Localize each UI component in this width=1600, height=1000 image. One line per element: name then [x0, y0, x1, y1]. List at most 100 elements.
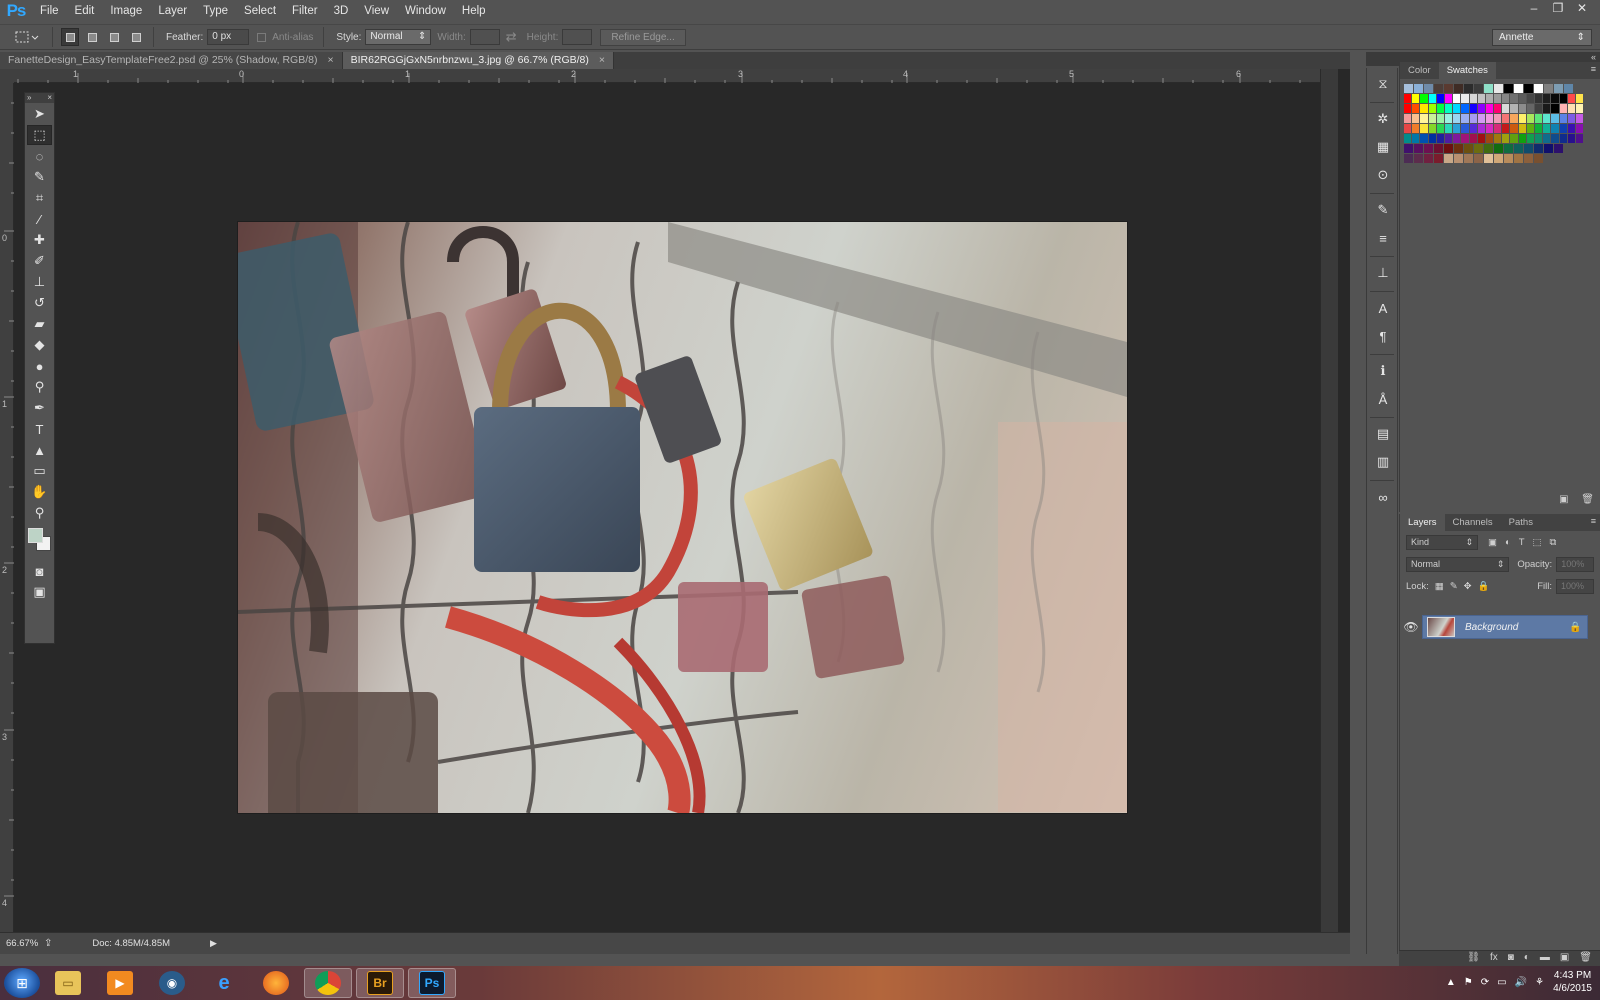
panel-menu-icon[interactable]: ≡	[1591, 64, 1596, 74]
steam-icon[interactable]: ◉	[148, 968, 196, 998]
menu-help[interactable]: Help	[454, 0, 494, 22]
color-swatch[interactable]	[1544, 84, 1553, 93]
color-swatch[interactable]	[1485, 124, 1494, 133]
color-swatch[interactable]	[1436, 114, 1444, 123]
workspace-select[interactable]: Annette ⇕	[1492, 29, 1592, 46]
color-swatch[interactable]	[1485, 134, 1494, 143]
dodge-tool-icon[interactable]: ⚲	[27, 377, 52, 397]
close-button[interactable]: ✕	[1570, 0, 1594, 18]
color-swatch[interactable]	[1454, 84, 1463, 93]
color-swatch[interactable]	[1424, 144, 1433, 153]
blur-tool-icon[interactable]: ●	[27, 356, 52, 376]
color-swatch[interactable]	[1504, 84, 1513, 93]
color-swatch[interactable]	[1436, 124, 1444, 133]
opacity-input[interactable]: 100%	[1556, 556, 1594, 572]
color-swatch[interactable]	[1567, 104, 1575, 113]
photoshop-icon[interactable]: Ps	[408, 968, 456, 998]
color-swatch[interactable]	[1444, 114, 1453, 123]
color-swatch[interactable]	[1420, 94, 1428, 103]
color-swatch[interactable]	[1469, 124, 1477, 133]
network-icon[interactable]: ⚘	[1535, 970, 1544, 996]
tab-color[interactable]: Color	[1400, 62, 1439, 79]
color-swatch[interactable]	[1461, 124, 1469, 133]
document-tab[interactable]: FanetteDesign_EasyTemplateFree2.psd @ 25…	[0, 52, 343, 69]
new-selection-button[interactable]	[61, 28, 79, 46]
color-swatch[interactable]	[1510, 104, 1518, 113]
start-button[interactable]: ⊞	[4, 968, 40, 998]
layer-body[interactable]: Background 🔒	[1422, 615, 1588, 639]
panel-menu-icon[interactable]: ≡	[1591, 516, 1596, 526]
hand-tool-icon[interactable]: ✋	[27, 482, 52, 502]
antialias-checkbox[interactable]	[257, 32, 267, 42]
tool-preset-picker[interactable]	[14, 27, 46, 47]
color-swatch[interactable]	[1477, 124, 1485, 133]
color-swatch[interactable]	[1524, 84, 1533, 93]
info-icon[interactable]: ⊙	[1370, 163, 1396, 187]
bridge-icon[interactable]: Br	[356, 968, 404, 998]
color-swatch[interactable]	[1494, 114, 1502, 123]
color-swatch[interactable]	[1485, 94, 1494, 103]
color-swatch[interactable]	[1428, 104, 1436, 113]
color-swatch[interactable]	[1567, 134, 1575, 143]
color-swatch[interactable]	[1575, 134, 1584, 143]
color-swatch[interactable]	[1412, 134, 1420, 143]
color-swatch[interactable]	[1575, 104, 1584, 113]
filter-type-icon[interactable]: T	[1519, 537, 1525, 548]
filter-pixel-icon[interactable]: ▣	[1488, 537, 1497, 548]
lasso-tool-icon[interactable]: ◌	[27, 146, 52, 166]
link-layers-icon[interactable]: ⛓	[1467, 951, 1480, 966]
color-swatch[interactable]	[1404, 154, 1413, 163]
color-swatch[interactable]	[1420, 124, 1428, 133]
eraser-tool-icon[interactable]: ▰	[27, 314, 52, 334]
clock[interactable]: 4:43 PM 4/6/2015	[1553, 969, 1592, 995]
foreground-color-swatch[interactable]	[28, 528, 43, 543]
color-swatch[interactable]	[1526, 114, 1534, 123]
color-swatch[interactable]	[1434, 144, 1443, 153]
creative-cloud-icon[interactable]: ∞	[1370, 485, 1396, 509]
tab-channels[interactable]: Channels	[1445, 514, 1501, 531]
style-select[interactable]: Normal ⇕	[365, 29, 432, 45]
new-swatch-icon[interactable]: ▣	[1559, 494, 1568, 505]
color-swatch[interactable]	[1404, 134, 1412, 143]
color-swatch[interactable]	[1436, 134, 1444, 143]
color-swatch[interactable]	[1461, 104, 1469, 113]
tab-layers[interactable]: Layers	[1400, 514, 1445, 531]
color-swatch[interactable]	[1420, 104, 1428, 113]
lock-all-icon[interactable]: 🔒	[1478, 581, 1490, 592]
blend-mode-select[interactable]: Normal ⇕	[1406, 556, 1510, 572]
color-swatch[interactable]	[1502, 104, 1510, 113]
layer-style-icon[interactable]: fx	[1490, 951, 1498, 966]
color-swatch[interactable]	[1502, 124, 1510, 133]
eyedropper-tool-icon[interactable]: ⁄	[27, 209, 52, 229]
color-swatch[interactable]	[1494, 154, 1503, 163]
color-swatch[interactable]	[1464, 84, 1473, 93]
color-swatch[interactable]	[1428, 124, 1436, 133]
color-swatch[interactable]	[1477, 114, 1485, 123]
color-swatch[interactable]	[1436, 94, 1444, 103]
color-swatch[interactable]	[1559, 104, 1567, 113]
color-swatch[interactable]	[1444, 84, 1453, 93]
color-swatch[interactable]	[1510, 94, 1518, 103]
color-swatch[interactable]	[1494, 124, 1502, 133]
color-swatch[interactable]	[1559, 124, 1567, 133]
chrome-icon[interactable]	[304, 968, 352, 998]
color-swatch[interactable]	[1444, 154, 1453, 163]
color-swatch[interactable]	[1461, 114, 1469, 123]
color-swatch[interactable]	[1543, 124, 1551, 133]
properties-icon[interactable]: ▤	[1370, 422, 1396, 446]
type-tool-icon[interactable]: T	[27, 419, 52, 439]
color-swatch[interactable]	[1514, 154, 1523, 163]
color-swatch[interactable]	[1514, 144, 1523, 153]
path-selection-tool-icon[interactable]: ▲	[27, 440, 52, 460]
vertical-ruler[interactable]: 0 1 2 3 4	[0, 83, 14, 933]
windows-explorer-icon[interactable]: ▭	[44, 968, 92, 998]
color-swatch[interactable]	[1404, 124, 1412, 133]
color-swatch[interactable]	[1518, 124, 1526, 133]
horizontal-ruler[interactable]: 1 0 1 2 3 4 5 6	[14, 69, 1320, 83]
color-swatch[interactable]	[1543, 94, 1551, 103]
paint-bucket-tool-icon[interactable]: ◆	[27, 335, 52, 355]
restore-button[interactable]: ❐	[1546, 0, 1570, 18]
document-image[interactable]	[238, 222, 1127, 813]
color-swatch[interactable]	[1567, 94, 1575, 103]
color-swatch[interactable]	[1469, 114, 1477, 123]
